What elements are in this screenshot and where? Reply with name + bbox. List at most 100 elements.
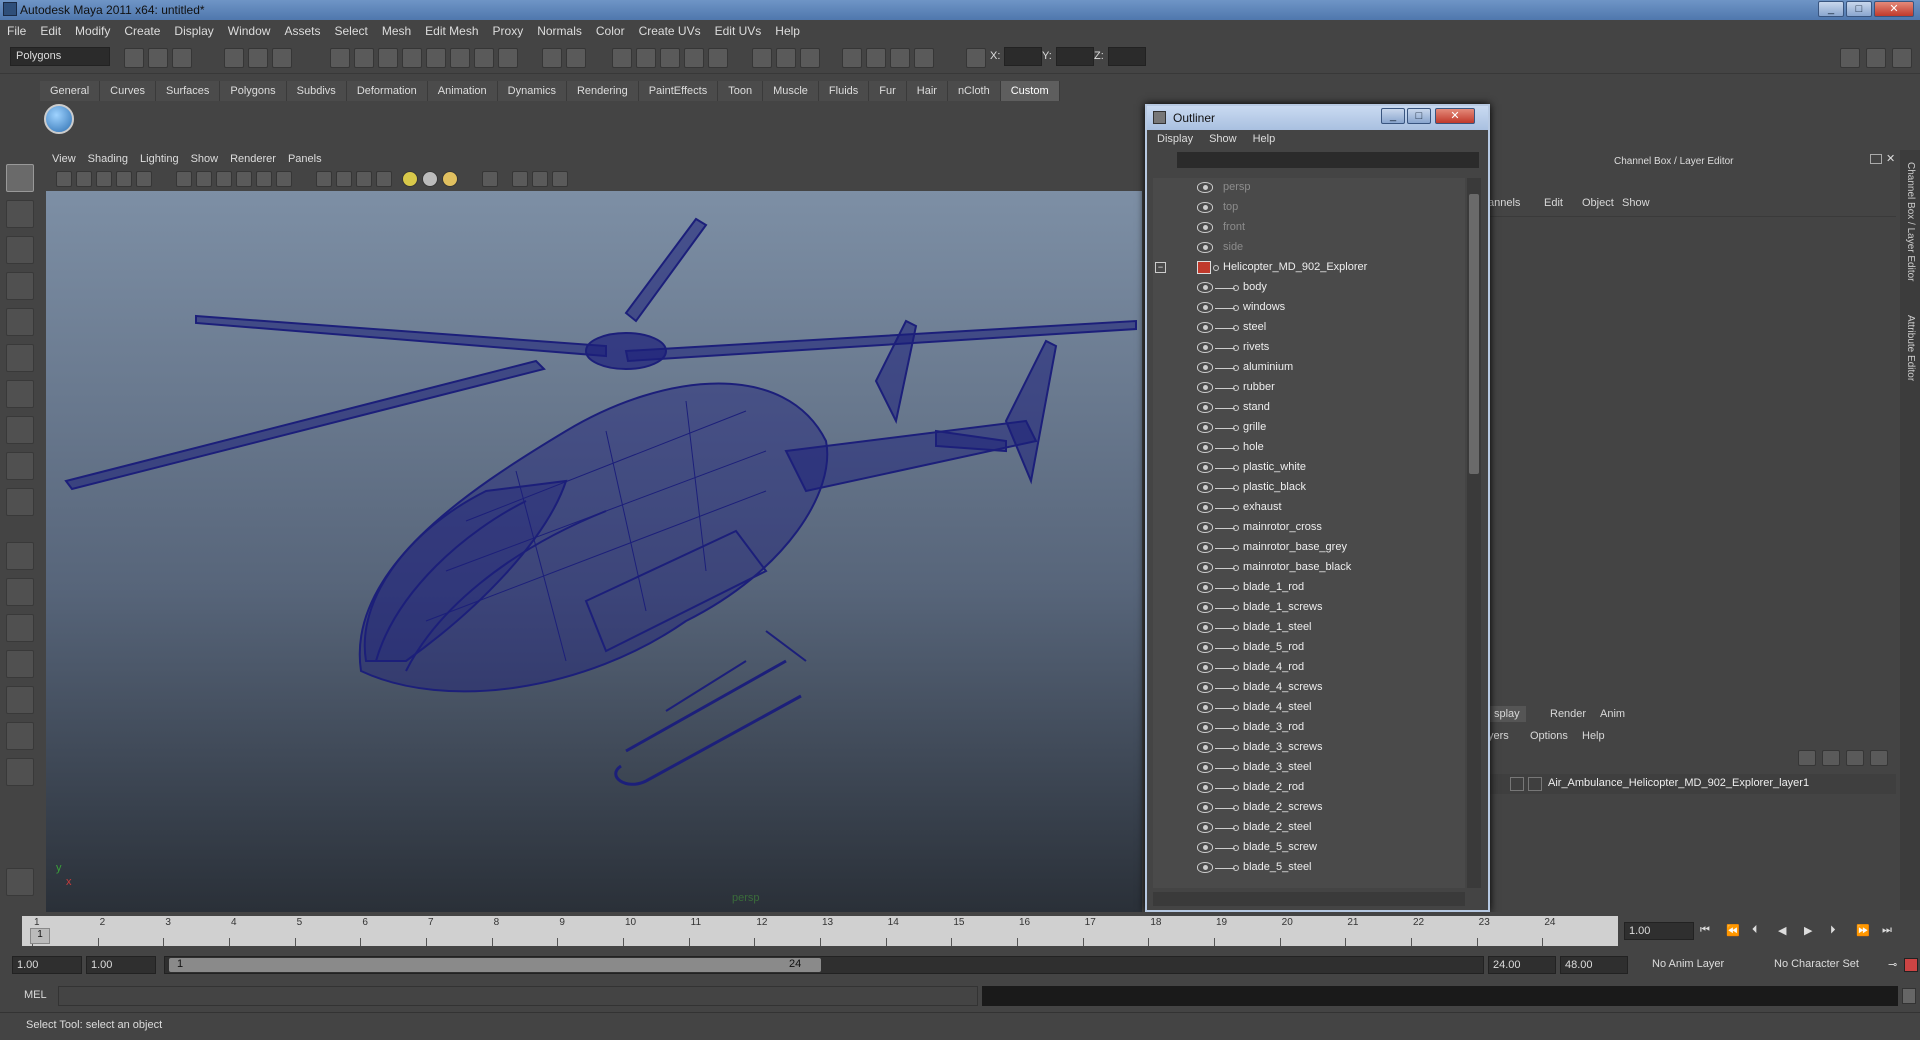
render-settings-icon[interactable] <box>660 48 680 68</box>
outliner-mesh-row[interactable]: aluminium <box>1153 358 1465 378</box>
single-pane-layout-icon[interactable] <box>6 542 34 570</box>
layer-add-selected-icon[interactable] <box>1870 750 1888 766</box>
snap-surface-icon[interactable] <box>426 48 446 68</box>
collapse-icon[interactable]: − <box>1155 262 1166 273</box>
menu-mesh[interactable]: Mesh <box>375 20 418 38</box>
command-input[interactable] <box>58 986 978 1006</box>
hypershade-layout-icon[interactable] <box>6 686 34 714</box>
help-icon[interactable] <box>498 48 518 68</box>
lock-icon[interactable] <box>542 48 562 68</box>
timeline-ruler[interactable]: 1 2 3 4 5 6 7 8 9 10 11 12 13 14 15 16 17 18 19 20 21 22 23 24 1 <box>22 916 1618 946</box>
outliner-mesh-row[interactable]: blade_1_rod <box>1153 578 1465 598</box>
channel-box-side-tab[interactable]: Channel Box / Layer Editor <box>1905 162 1916 282</box>
menu-display[interactable]: Display <box>167 20 220 38</box>
show-manip-icon[interactable] <box>6 452 34 480</box>
textured-icon[interactable] <box>236 171 252 187</box>
outliner-mesh-row[interactable]: body <box>1153 278 1465 298</box>
play-back-icon[interactable]: ◀ <box>1778 924 1786 937</box>
bookmark-icon[interactable] <box>96 171 112 187</box>
hud-icon[interactable] <box>552 171 568 187</box>
anim-end-field[interactable]: 48.00 <box>1560 956 1628 974</box>
anim-prefs-icon[interactable] <box>1904 958 1918 972</box>
shelf-tab-rendering[interactable]: Rendering <box>566 81 639 101</box>
layer-options-icon[interactable] <box>1846 750 1864 766</box>
snap-grid-icon[interactable] <box>330 48 350 68</box>
object-menu[interactable]: Object <box>1582 197 1614 209</box>
scale-tool-icon[interactable] <box>6 344 34 372</box>
smooth-shade-icon[interactable] <box>196 171 212 187</box>
film-gate-icon[interactable] <box>512 171 528 187</box>
shelf-tab-fur[interactable]: Fur <box>869 81 907 101</box>
edit-menu[interactable]: Edit <box>1544 197 1563 209</box>
outliner-title-bar[interactable]: Outliner _ □ ✕ <box>1147 106 1488 130</box>
camera-attr-icon[interactable] <box>800 48 820 68</box>
shelf-tab-general[interactable]: General <box>40 81 101 101</box>
outliner-menu-display[interactable]: Display <box>1147 130 1199 145</box>
outliner-mesh-row[interactable]: grille <box>1153 418 1465 438</box>
outliner-mesh-row[interactable]: blade_5_rod <box>1153 638 1465 658</box>
menu-help[interactable]: Help <box>768 20 807 38</box>
step-forward-key-icon[interactable]: ⏩ <box>1856 924 1870 937</box>
new-scene-icon[interactable] <box>124 48 144 68</box>
outliner-menu-help[interactable]: Help <box>1243 130 1282 145</box>
go-to-end-icon[interactable]: ⏭ <box>1882 924 1892 937</box>
outliner-vertical-scrollbar[interactable] <box>1467 178 1481 888</box>
save-scene-icon[interactable] <box>172 48 192 68</box>
outliner-mesh-row[interactable]: exhaust <box>1153 498 1465 518</box>
isolate-icon[interactable] <box>316 171 332 187</box>
anim-layer-dropdown[interactable]: No Anim Layer <box>1648 956 1752 974</box>
outliner-group-row[interactable]: − Helicopter_MD_902_Explorer <box>1153 258 1465 278</box>
shelf-tab-polygons[interactable]: Polygons <box>220 81 287 101</box>
current-frame-marker[interactable]: 1 <box>30 928 50 944</box>
outliner-mesh-row[interactable]: blade_1_steel <box>1153 618 1465 638</box>
menu-select[interactable]: Select <box>327 20 374 38</box>
auto-key-icon[interactable]: ⊸ <box>1888 958 1897 971</box>
menu-normals[interactable]: Normals <box>530 20 589 38</box>
shelf-tab-hair[interactable]: Hair <box>906 81 948 101</box>
shelf-tab-ncloth[interactable]: nCloth <box>947 81 1001 101</box>
anim-start-field[interactable]: 1.00 <box>12 956 82 974</box>
menu-set-dropdown[interactable]: Polygons <box>10 47 110 66</box>
snap-plane-icon[interactable] <box>402 48 422 68</box>
show-tool-settings-icon[interactable] <box>1866 48 1886 68</box>
x-field[interactable] <box>1004 47 1042 66</box>
wireframe-icon[interactable] <box>176 171 192 187</box>
panel-menu-shading[interactable]: Shading <box>82 151 134 167</box>
tab-anim[interactable]: Anim <box>1594 706 1631 722</box>
render-frame-icon[interactable] <box>612 48 632 68</box>
snap-point-icon[interactable] <box>378 48 398 68</box>
outliner-camera-row[interactable]: side <box>1153 238 1465 258</box>
outliner-mesh-row[interactable]: stand <box>1153 398 1465 418</box>
camera-attributes-icon[interactable] <box>76 171 92 187</box>
layer-type-toggle[interactable] <box>1528 777 1542 791</box>
image-plane-icon[interactable] <box>116 171 132 187</box>
step-back-frame-icon[interactable]: ⏴ <box>1752 924 1758 937</box>
outliner-mesh-row[interactable]: plastic_black <box>1153 478 1465 498</box>
lights-icon[interactable] <box>256 171 272 187</box>
outliner-filter-field[interactable] <box>1177 152 1479 168</box>
outliner-mesh-row[interactable]: blade_2_rod <box>1153 778 1465 798</box>
construction-history-icon[interactable] <box>566 48 586 68</box>
layers-menu[interactable]: yers <box>1488 730 1509 742</box>
default-light-icon[interactable] <box>402 171 418 187</box>
flat-light-icon[interactable] <box>442 171 458 187</box>
transform-mode-icon[interactable] <box>966 48 986 68</box>
new-layer-icon[interactable] <box>1822 750 1840 766</box>
outliner-horizontal-scrollbar[interactable] <box>1153 892 1465 906</box>
camera-select-icon[interactable] <box>56 171 72 187</box>
shelf-tab-fluids[interactable]: Fluids <box>818 81 870 101</box>
outliner-menu-show[interactable]: Show <box>1199 130 1243 145</box>
script-language-label[interactable]: MEL <box>24 989 47 1001</box>
outliner-mesh-row[interactable]: steel <box>1153 318 1465 338</box>
outliner-mesh-row[interactable]: blade_4_rod <box>1153 658 1465 678</box>
menu-edit-mesh[interactable]: Edit Mesh <box>418 20 485 38</box>
script-editor-icon[interactable] <box>1902 988 1916 1004</box>
maximize-button[interactable]: □ <box>1846 1 1872 17</box>
shelf-checkmark-icon[interactable] <box>44 104 74 134</box>
outliner-mesh-row[interactable]: blade_3_rod <box>1153 718 1465 738</box>
playback-start-field[interactable]: 1.00 <box>86 956 156 974</box>
shelf-tab-surfaces[interactable]: Surfaces <box>155 81 221 101</box>
shelf-tab-curves[interactable]: Curves <box>100 81 156 101</box>
close-panel-icon[interactable]: ✕ <box>1886 152 1898 165</box>
shade-wireframe-icon[interactable] <box>216 171 232 187</box>
